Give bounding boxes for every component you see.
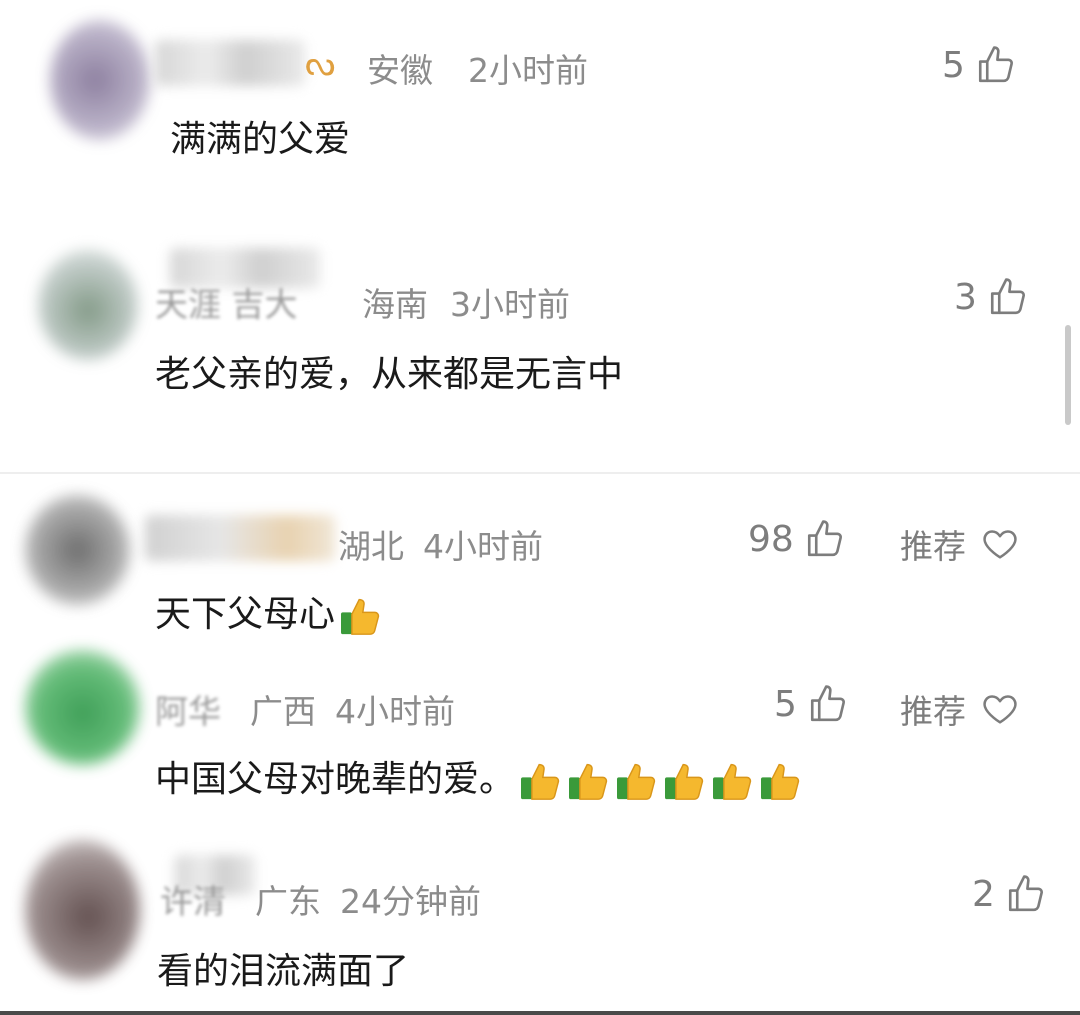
like-count: 3 [954, 276, 977, 318]
like-button[interactable]: 5 [942, 44, 1017, 86]
thumbs-up-icon [810, 685, 845, 722]
comment-time: 2小时前 [468, 51, 588, 90]
avatar[interactable] [50, 20, 150, 140]
comment-text-content: 天下父母心 [155, 594, 336, 635]
username-partial[interactable]: 阿华 [155, 685, 221, 733]
comment-text: 看的泪流满面了 [157, 951, 410, 992]
thumbs-up-emoji-icon [761, 763, 800, 800]
heart-icon [983, 530, 1017, 559]
comment-region: 海南 [362, 285, 428, 324]
like-count: 2 [972, 873, 995, 915]
comment-region: 安徽 [367, 51, 433, 90]
vip-badge-icon: ᔓ [305, 44, 336, 84]
comment-text: 老父亲的爱，从来都是无言中 [155, 354, 624, 395]
scrollbar[interactable] [1065, 325, 1071, 425]
like-count: 5 [774, 683, 797, 725]
comment-region: 湖北 [338, 527, 404, 566]
recommend-label: 推荐 [900, 692, 966, 731]
comment-text: 中国父母对晚辈的爱。 [155, 750, 803, 802]
avatar[interactable] [25, 650, 140, 765]
bottom-border [0, 1011, 1080, 1015]
username-partial[interactable]: 许清 [160, 875, 226, 923]
heart-icon [983, 695, 1017, 724]
avatar[interactable] [25, 840, 140, 980]
username-partial[interactable]: 天涯 吉大 [155, 278, 298, 326]
comment-text: 满满的父爱 [170, 119, 351, 160]
thumbs-up-icon [990, 278, 1025, 315]
emoji-row [339, 596, 383, 636]
thumbs-up-icon [978, 46, 1013, 83]
comment-text: 天下父母心 [155, 585, 383, 637]
like-count: 98 [748, 518, 794, 560]
thumbs-up-emoji-icon [341, 598, 380, 635]
comment-time: 4小时前 [335, 692, 455, 731]
recommend-button[interactable]: 推荐 [900, 685, 1020, 733]
username-blurred[interactable] [145, 515, 335, 561]
comment-text-content: 中国父母对晚辈的爱。 [155, 759, 516, 800]
comment-3: 湖北 4小时前 98 推荐 天下父母心 [0, 480, 1080, 640]
like-count: 5 [942, 44, 965, 86]
emoji-row [519, 761, 803, 801]
comment-1: ᔓ 安徽 2小时前 5 满满的父爱 [0, 0, 1080, 210]
like-button[interactable]: 3 [954, 276, 1029, 318]
recommend-button[interactable]: 推荐 [900, 520, 1020, 568]
like-button[interactable]: 2 [972, 873, 1047, 915]
comment-time: 4小时前 [423, 527, 543, 566]
thumbs-up-emoji-icon [569, 763, 608, 800]
thumbs-up-icon [807, 520, 842, 557]
thumbs-up-emoji-icon [521, 763, 560, 800]
comment-2: 天涯 吉大 海南 3小时前 3 老父亲的爱，从来都是无言中 [0, 230, 1080, 470]
recommend-label: 推荐 [900, 527, 966, 566]
like-button[interactable]: 98 [748, 518, 846, 560]
comment-4: 阿华 广西 4小时前 5 推荐 中国父母对晚辈的爱。 [0, 640, 1080, 810]
comment-time: 3小时前 [450, 285, 570, 324]
like-button[interactable]: 5 [774, 683, 849, 725]
avatar[interactable] [25, 495, 130, 605]
thumbs-up-emoji-icon [713, 763, 752, 800]
username-blurred[interactable] [155, 40, 305, 86]
avatar[interactable] [38, 250, 138, 360]
comment-region: 广东 [255, 882, 321, 921]
thumbs-up-emoji-icon [617, 763, 656, 800]
divider [0, 472, 1080, 474]
thumbs-up-icon [1008, 875, 1043, 912]
comment-time: 24分钟前 [340, 882, 481, 921]
thumbs-up-emoji-icon [665, 763, 704, 800]
comment-region: 广西 [250, 692, 316, 731]
comment-5: 许清 广东 24分钟前 2 看的泪流满面了 [0, 830, 1080, 1010]
